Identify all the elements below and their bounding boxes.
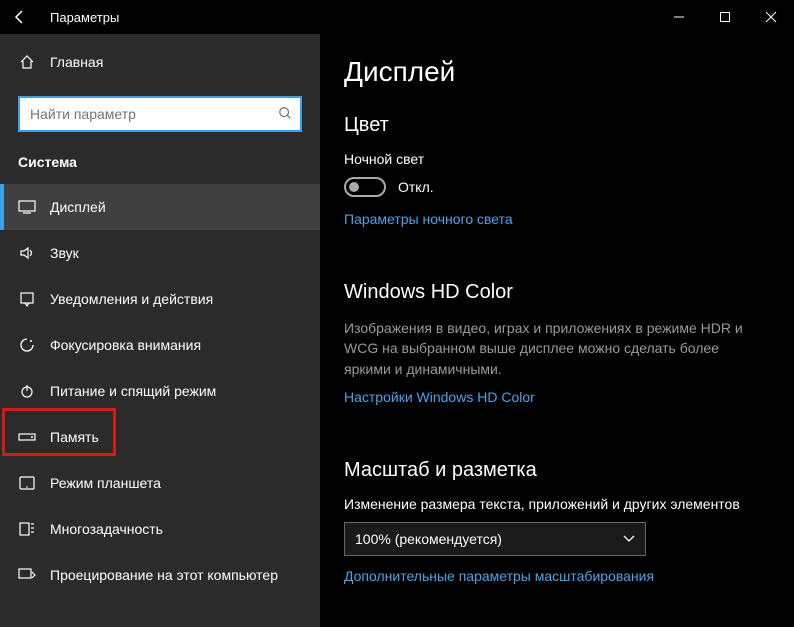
hdcolor-settings-link[interactable]: Настройки Windows HD Color xyxy=(344,389,764,405)
sidebar-item-label: Проецирование на этот компьютер xyxy=(50,567,278,583)
search-icon xyxy=(278,106,292,123)
sidebar-item-label: Многозадачность xyxy=(50,521,163,537)
sidebar-item-label: Память xyxy=(50,429,99,445)
toggle-knob xyxy=(349,182,359,192)
minimize-button[interactable] xyxy=(656,0,702,34)
sidebar-group-title: Система xyxy=(0,148,320,184)
sidebar-item-label: Питание и спящий режим xyxy=(50,383,216,399)
sidebar-item-tablet[interactable]: Режим планшета xyxy=(0,460,320,506)
night-light-label: Ночной свет xyxy=(344,151,766,167)
sidebar-item-projecting[interactable]: Проецирование на этот компьютер xyxy=(0,552,320,598)
sidebar-item-storage[interactable]: Память xyxy=(0,414,320,460)
back-button[interactable] xyxy=(0,0,40,34)
close-button[interactable] xyxy=(748,0,794,34)
sound-icon xyxy=(18,245,36,261)
tablet-icon xyxy=(18,476,36,490)
section-hdcolor-heading: Windows HD Color xyxy=(344,281,766,304)
search-input[interactable] xyxy=(18,96,302,132)
sidebar-item-power[interactable]: Питание и спящий режим xyxy=(0,368,320,414)
sidebar-item-label: Звук xyxy=(50,245,79,261)
advanced-scaling-link[interactable]: Дополнительные параметры масштабирования xyxy=(344,568,764,584)
focus-icon xyxy=(18,337,36,353)
projecting-icon xyxy=(18,568,36,582)
toggle-state-label: Откл. xyxy=(398,179,434,195)
notifications-icon xyxy=(18,291,36,307)
nav-home[interactable]: Главная xyxy=(0,42,320,82)
dropdown-value: 100% (рекомендуется) xyxy=(355,531,502,547)
sidebar-item-notifications[interactable]: Уведомления и действия xyxy=(0,276,320,322)
sidebar-item-sound[interactable]: Звук xyxy=(0,230,320,276)
section-scale-heading: Масштаб и разметка xyxy=(344,459,766,482)
storage-icon xyxy=(18,431,36,443)
hdcolor-description: Изображения в видео, играх и приложениях… xyxy=(344,318,764,379)
night-light-toggle[interactable] xyxy=(344,177,386,197)
sidebar-item-focus-assist[interactable]: Фокусировка внимания xyxy=(0,322,320,368)
titlebar: Параметры xyxy=(0,0,794,34)
home-icon xyxy=(18,54,36,70)
maximize-button[interactable] xyxy=(702,0,748,34)
display-icon xyxy=(18,200,36,214)
sidebar: Главная Система Дисплей xyxy=(0,34,320,627)
sidebar-item-label: Уведомления и действия xyxy=(50,291,213,307)
multitasking-icon xyxy=(18,522,36,536)
sidebar-item-label: Фокусировка внимания xyxy=(50,337,201,353)
sidebar-item-label: Режим планшета xyxy=(50,475,161,491)
sidebar-item-multitasking[interactable]: Многозадачность xyxy=(0,506,320,552)
nav-list: Дисплей Звук Уведомления и действия xyxy=(0,184,320,598)
nav-home-label: Главная xyxy=(50,54,103,70)
scale-dropdown[interactable]: 100% (рекомендуется) xyxy=(344,522,646,556)
chevron-down-icon xyxy=(623,532,635,546)
power-icon xyxy=(18,383,36,399)
page-title: Дисплей xyxy=(344,56,766,88)
sidebar-item-display[interactable]: Дисплей xyxy=(0,184,320,230)
sidebar-item-label: Дисплей xyxy=(50,199,106,215)
search-field[interactable] xyxy=(28,105,278,123)
night-light-settings-link[interactable]: Параметры ночного света xyxy=(344,211,764,227)
content-area: Дисплей Цвет Ночной свет Откл. Параметры… xyxy=(320,34,794,627)
scale-label: Изменение размера текста, приложений и д… xyxy=(344,496,766,512)
section-color-heading: Цвет xyxy=(344,114,766,137)
window-title: Параметры xyxy=(50,10,119,25)
